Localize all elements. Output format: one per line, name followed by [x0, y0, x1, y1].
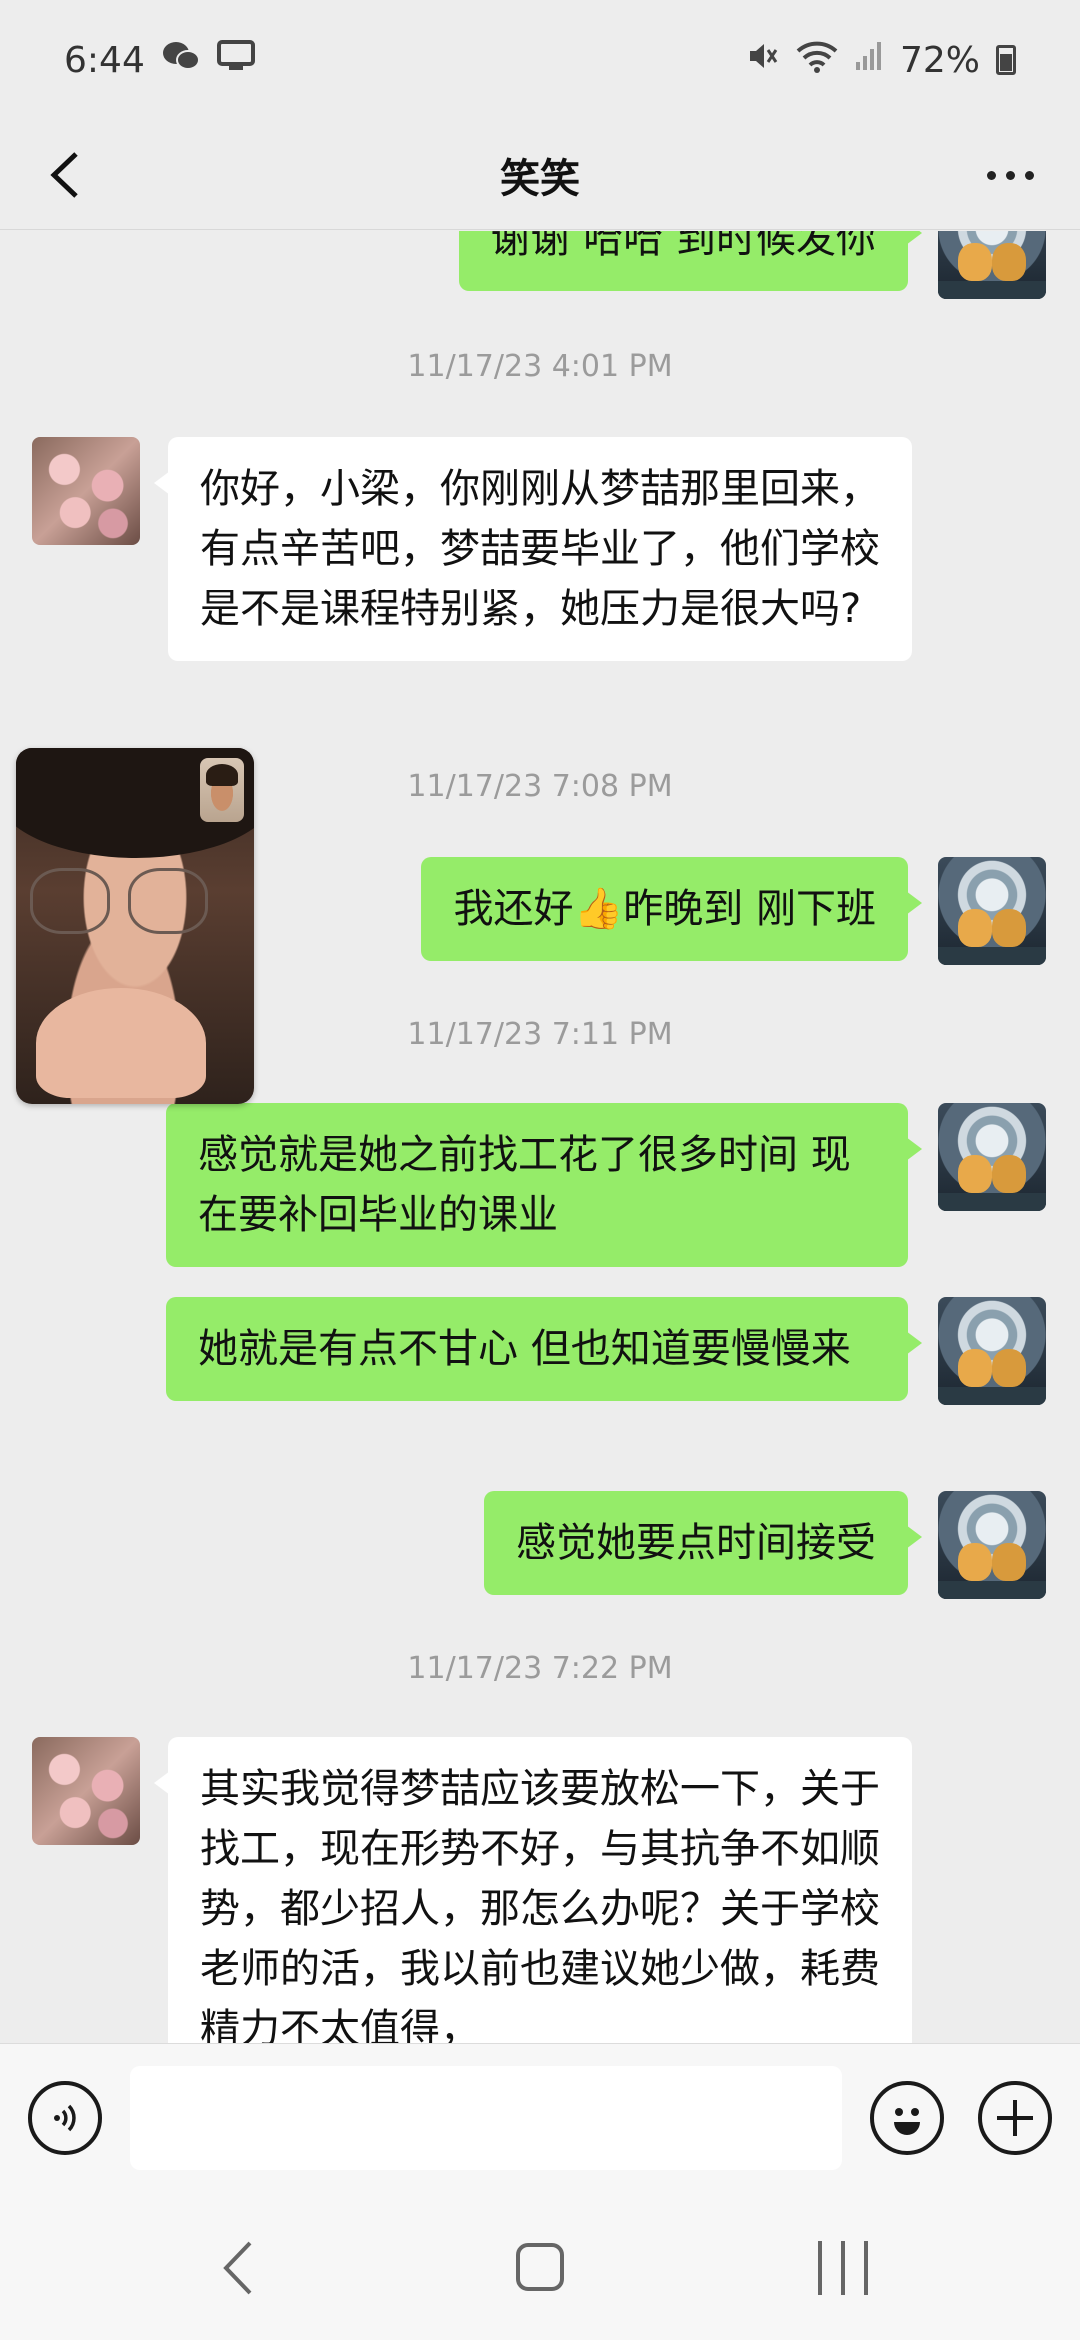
message-bubble-outgoing[interactable]: 谢谢 哈哈 到时候发你	[458, 231, 923, 291]
contact-avatar[interactable]	[32, 437, 140, 545]
message-timestamp: 11/17/23 4:01 PM	[407, 349, 673, 384]
message-bubble-incoming[interactable]: 你好，小梁，你刚刚从梦喆那里回来，有点辛苦吧，梦喆要毕业了，他们学校是不是课程特…	[154, 437, 912, 661]
message-input[interactable]	[130, 2066, 842, 2170]
nav-back-icon	[223, 2241, 252, 2295]
chat-message-list[interactable]: 谢谢 哈哈 到时候发你 11/17/23 4:01 PM 你好，小梁，你刚刚从梦…	[0, 231, 1080, 2043]
my-avatar[interactable]	[938, 1103, 1046, 1211]
status-time: 6:44	[64, 39, 145, 81]
my-avatar[interactable]	[938, 231, 1046, 299]
status-bar: 6:44 72%	[0, 0, 1080, 120]
system-nav-bar	[0, 2193, 1080, 2340]
battery-percent: 72%	[899, 39, 980, 81]
message-bubble-incoming[interactable]: 其实我觉得梦喆应该要放松一下，关于找工，现在形势不好，与其抗争不如顺势，都少招人…	[154, 1737, 912, 2043]
more-icon	[986, 170, 1034, 180]
chat-title: 笑笑	[500, 155, 580, 202]
emoji-icon	[894, 2108, 920, 2135]
my-avatar[interactable]	[938, 1491, 1046, 1599]
status-right: 72%	[746, 39, 1016, 82]
my-avatar[interactable]	[938, 1297, 1046, 1405]
contact-avatar[interactable]	[32, 1737, 140, 1845]
nav-home-icon[interactable]	[516, 2243, 564, 2291]
signal-icon	[854, 40, 884, 81]
my-avatar[interactable]	[938, 857, 1046, 965]
emoji-button[interactable]	[870, 2081, 944, 2155]
message-timestamp: 11/17/23 7:22 PM	[407, 1651, 673, 1686]
wifi-icon	[796, 39, 838, 82]
plus-button[interactable]	[978, 2081, 1052, 2155]
video-call-window[interactable]	[16, 748, 254, 1104]
message-bubble-outgoing[interactable]: 我还好👍昨晚到 刚下班	[421, 857, 922, 961]
screen-icon	[216, 39, 255, 81]
self-preview[interactable]	[200, 758, 244, 822]
chat-header: 笑笑	[0, 120, 1080, 230]
chevron-left-icon	[50, 152, 78, 198]
battery-icon	[996, 45, 1016, 75]
input-bar	[0, 2043, 1080, 2193]
plus-icon	[997, 2100, 1033, 2136]
back-button[interactable]	[30, 140, 100, 210]
voice-button[interactable]	[28, 2081, 102, 2155]
message-bubble-outgoing[interactable]: 感觉她要点时间接受	[484, 1491, 922, 1595]
voice-icon	[54, 2104, 76, 2132]
nav-back-button[interactable]	[210, 2233, 270, 2303]
more-button[interactable]	[970, 140, 1050, 210]
message-bubble-outgoing[interactable]: 感觉就是她之前找工花了很多时间 现在要补回毕业的课业	[166, 1103, 922, 1267]
message-bubble-outgoing[interactable]: 她就是有点不甘心 但也知道要慢慢来	[166, 1297, 922, 1401]
status-left: 6:44	[64, 39, 255, 82]
nav-recents-icon[interactable]	[818, 2241, 868, 2295]
wechat-icon	[161, 39, 201, 82]
mute-icon	[746, 39, 780, 82]
